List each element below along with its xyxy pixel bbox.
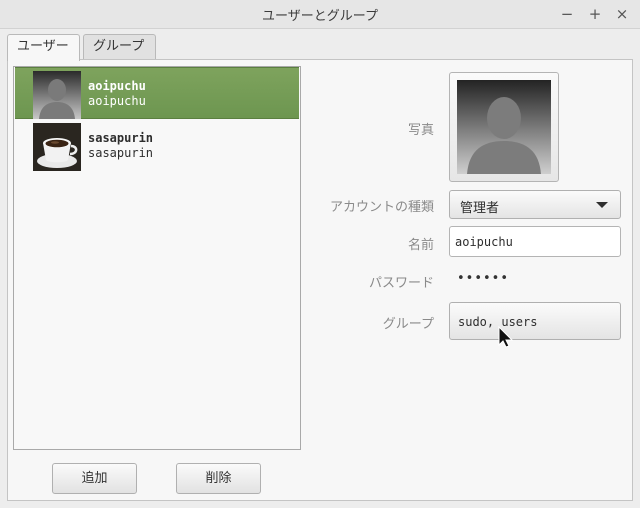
maximize-button[interactable]: + [584,3,606,25]
photo-button[interactable] [449,72,559,182]
mouse-cursor-icon [498,326,514,348]
user-username: aoipuchu [88,94,146,108]
user-username: sasapurin [88,146,154,160]
chevron-down-icon [596,202,608,208]
silhouette-icon [33,71,81,119]
user-display-name: sasapurin [88,131,154,145]
name-label: 名前 [407,238,434,253]
user-photo-icon [457,80,551,174]
groups-button[interactable]: sudo, users [449,302,621,340]
minimize-button[interactable]: − [556,3,578,25]
user-display-name: aoipuchu [88,79,146,93]
photo-label: 写真 [407,123,434,138]
name-field[interactable]: aoipuchu [449,226,621,257]
tab-groups[interactable]: グループ [83,34,156,59]
title-bar: ユーザーとグループ − + × [0,0,640,29]
coffee-cup-icon [33,123,81,171]
close-button[interactable]: × [611,3,633,25]
account-type-select[interactable]: 管理者 [449,190,621,219]
groups-label: グループ [382,317,434,332]
name-value: aoipuchu [455,235,513,249]
user-row-sasapurin[interactable]: sasapurin sasapurin [15,120,299,172]
remove-user-button[interactable]: 削除 [176,463,261,494]
add-user-button[interactable]: 追加 [52,463,137,494]
password-label: パスワード [368,276,434,291]
account-type-value: 管理者 [460,201,500,216]
user-row-aoipuchu[interactable]: aoipuchu aoipuchu [15,67,299,119]
password-field[interactable]: •••••• [457,271,509,286]
account-type-label: アカウントの種類 [329,200,434,215]
user-list[interactable]: aoipuchu aoipuchu sasapurin sasapurin [13,66,301,450]
tab-users[interactable]: ユーザー [7,34,80,61]
window-title: ユーザーとグループ [262,9,378,24]
